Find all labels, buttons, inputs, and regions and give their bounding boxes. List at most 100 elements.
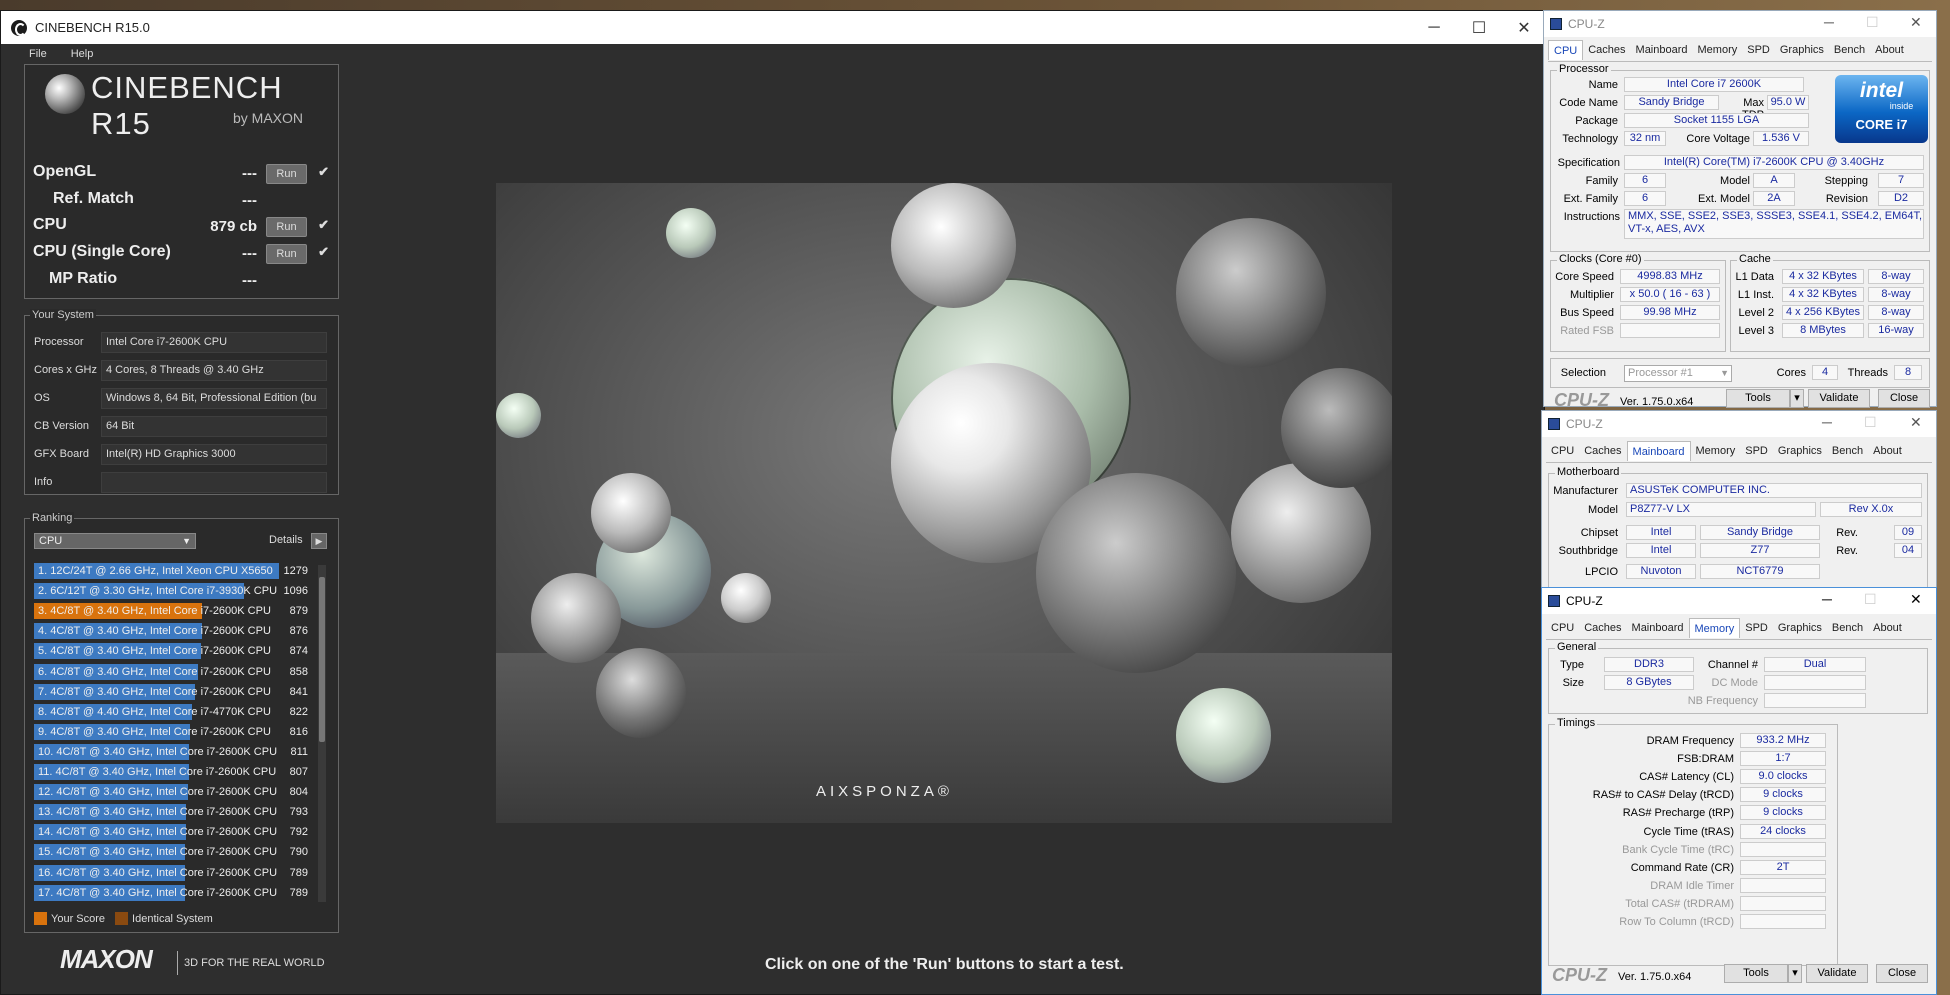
tools-button[interactable]: Tools	[1724, 964, 1788, 983]
details-label[interactable]: Details	[269, 534, 303, 546]
tab-memory[interactable]: Memory	[1693, 40, 1743, 60]
tab-memory[interactable]: Memory	[1691, 441, 1741, 461]
size-label: Size	[1562, 677, 1584, 689]
ranking-scrollbar[interactable]	[318, 565, 326, 902]
tab-cpu[interactable]: CPU	[1548, 40, 1584, 60]
processor-select[interactable]: Processor #1 ▼	[1624, 365, 1732, 382]
tab-caches[interactable]: Caches	[1579, 618, 1626, 638]
close-icon[interactable]: ✕	[1501, 11, 1547, 44]
ranking-row[interactable]: 16. 4C/8T @ 3.40 GHz, Intel Core i7-2600…	[34, 864, 312, 882]
selection-label: Selection	[1560, 367, 1606, 379]
group-title: Clocks (Core #0)	[1557, 253, 1644, 265]
maximize-icon[interactable]: ☐	[1864, 414, 1877, 431]
menu-help[interactable]: Help	[71, 48, 94, 60]
ranking-row[interactable]: 11. 4C/8T @ 3.40 GHz, Intel Core i7-2600…	[34, 763, 312, 781]
ranking-select[interactable]: CPU ▼	[34, 533, 196, 549]
scrollbar-thumb[interactable]	[319, 577, 325, 742]
tab-mainboard[interactable]: Mainboard	[1631, 40, 1693, 60]
tab-memory[interactable]: Memory	[1688, 618, 1741, 638]
ranking-row[interactable]: 13. 4C/8T @ 3.40 GHz, Intel Core i7-2600…	[34, 803, 312, 821]
tab-about[interactable]: About	[1870, 40, 1909, 60]
ranking-row[interactable]: 3. 4C/8T @ 3.40 GHz, Intel Core i7-2600K…	[34, 602, 312, 620]
l2-value: 4 x 256 KBytes	[1782, 305, 1864, 320]
ranking-row[interactable]: 14. 4C/8T @ 3.40 GHz, Intel Core i7-2600…	[34, 823, 312, 841]
maximize-icon[interactable]: ☐	[1866, 14, 1879, 31]
tab-spd[interactable]: SPD	[1740, 441, 1773, 461]
stepping-label: Stepping	[1824, 175, 1868, 187]
test-row-opengl: OpenGL --- Run ✔	[33, 163, 333, 187]
timing-value: 1:7	[1740, 751, 1826, 767]
ranking-row[interactable]: 17. 4C/8T @ 3.40 GHz, Intel Core i7-2600…	[34, 884, 312, 902]
tab-graphics[interactable]: Graphics	[1773, 441, 1827, 461]
timing-label: FSB:DRAM	[1677, 753, 1734, 766]
tab-bench[interactable]: Bench	[1827, 441, 1868, 461]
tab-bench[interactable]: Bench	[1829, 40, 1870, 60]
minimize-icon[interactable]: ─	[1824, 14, 1834, 30]
ranking-row[interactable]: 12. 4C/8T @ 3.40 GHz, Intel Core i7-2600…	[34, 783, 312, 801]
minimize-icon[interactable]: ─	[1822, 591, 1832, 607]
l1i-way: 8-way	[1868, 287, 1924, 302]
ranking-row[interactable]: 1. 12C/24T @ 2.66 GHz, Intel Xeon CPU X5…	[34, 562, 312, 580]
ranking-row[interactable]: 15. 4C/8T @ 3.40 GHz, Intel Core i7-2600…	[34, 843, 312, 861]
system-label: Info	[34, 476, 53, 488]
tab-graphics[interactable]: Graphics	[1775, 40, 1829, 60]
tab-spd[interactable]: SPD	[1740, 618, 1773, 638]
identical-system-swatch	[115, 912, 129, 925]
tab-spd[interactable]: SPD	[1742, 40, 1775, 60]
tab-mainboard[interactable]: Mainboard	[1626, 441, 1691, 461]
close-button[interactable]: Close	[1878, 389, 1930, 408]
menu-file[interactable]: File	[29, 48, 47, 60]
tab-bench[interactable]: Bench	[1827, 618, 1868, 638]
ranking-score: 811	[290, 745, 308, 758]
ranking-row[interactable]: 10. 4C/8T @ 3.40 GHz, Intel Core i7-2600…	[34, 743, 312, 761]
tab-mainboard[interactable]: Mainboard	[1627, 618, 1689, 638]
maximize-icon[interactable]: ☐	[1864, 591, 1877, 608]
details-arrow-icon[interactable]: ▶	[311, 533, 327, 549]
close-icon[interactable]: ✕	[1910, 591, 1922, 608]
cpuz-tabs: CPU Caches Mainboard Memory SPD Graphics Bench…	[1548, 40, 1909, 62]
maximize-icon[interactable]: ☐	[1456, 11, 1502, 44]
tab-caches[interactable]: Caches	[1579, 441, 1626, 461]
ranking-row[interactable]: 9. 4C/8T @ 3.40 GHz, Intel Core i7-2600K…	[34, 723, 312, 741]
ranking-row[interactable]: 7. 4C/8T @ 3.40 GHz, Intel Core i7-2600K…	[34, 683, 312, 701]
intel-core: CORE i7	[1855, 117, 1908, 132]
tools-dropdown-icon[interactable]: ▾	[1788, 964, 1802, 983]
checkmark-icon[interactable]: ✔	[318, 217, 329, 233]
ranking-row[interactable]: 2. 6C/12T @ 3.30 GHz, Intel Core i7-3930…	[34, 582, 312, 600]
package-label: Package	[1575, 115, 1618, 127]
checkmark-icon[interactable]: ✔	[318, 164, 329, 180]
southbridge-label: Southbridge	[1558, 545, 1618, 557]
run-cpu-button[interactable]: Run	[266, 217, 307, 237]
run-cpu-single-button[interactable]: Run	[266, 244, 307, 264]
checkmark-icon[interactable]: ✔	[318, 244, 329, 260]
tab-cpu[interactable]: CPU	[1546, 618, 1579, 638]
cpuz-titlebar: CPU-Z	[1542, 411, 1936, 437]
run-opengl-button[interactable]: Run	[266, 164, 307, 184]
ranking-label: 2. 6C/12T @ 3.30 GHz, Intel Core i7-3930…	[38, 585, 278, 598]
tab-caches[interactable]: Caches	[1583, 40, 1630, 60]
close-icon[interactable]: ✕	[1910, 14, 1922, 31]
minimize-icon[interactable]: ─	[1822, 414, 1832, 430]
ranking-row[interactable]: 6. 4C/8T @ 3.40 GHz, Intel Core i7-2600K…	[34, 663, 312, 681]
chevron-down-icon: ▼	[1720, 368, 1729, 378]
timing-label: DRAM Frequency	[1646, 735, 1734, 747]
close-icon[interactable]: ✕	[1910, 414, 1922, 431]
tools-dropdown-icon[interactable]: ▾	[1790, 389, 1804, 408]
mb-model-value: P8Z77-V LX	[1626, 502, 1816, 517]
ranking-row[interactable]: 5. 4C/8T @ 3.40 GHz, Intel Core i7-2600K…	[34, 642, 312, 660]
ranking-row[interactable]: 8. 4C/8T @ 4.40 GHz, Intel Core i7-4770K…	[34, 703, 312, 721]
ranking-row[interactable]: 4. 4C/8T @ 3.40 GHz, Intel Core i7-2600K…	[34, 622, 312, 640]
minimize-icon[interactable]: ─	[1411, 11, 1457, 44]
validate-button[interactable]: Validate	[1806, 964, 1868, 983]
render-sphere	[1281, 368, 1392, 488]
tab-graphics[interactable]: Graphics	[1773, 618, 1827, 638]
tools-button[interactable]: Tools	[1726, 389, 1790, 408]
validate-button[interactable]: Validate	[1808, 389, 1870, 408]
logo-subtitle: by MAXON	[233, 110, 304, 126]
tab-about[interactable]: About	[1868, 618, 1907, 638]
close-button[interactable]: Close	[1876, 964, 1928, 983]
channel-label: Channel #	[1707, 659, 1758, 671]
tab-about[interactable]: About	[1868, 441, 1907, 461]
tab-cpu[interactable]: CPU	[1546, 441, 1579, 461]
revision-label: Revision	[1825, 193, 1868, 205]
